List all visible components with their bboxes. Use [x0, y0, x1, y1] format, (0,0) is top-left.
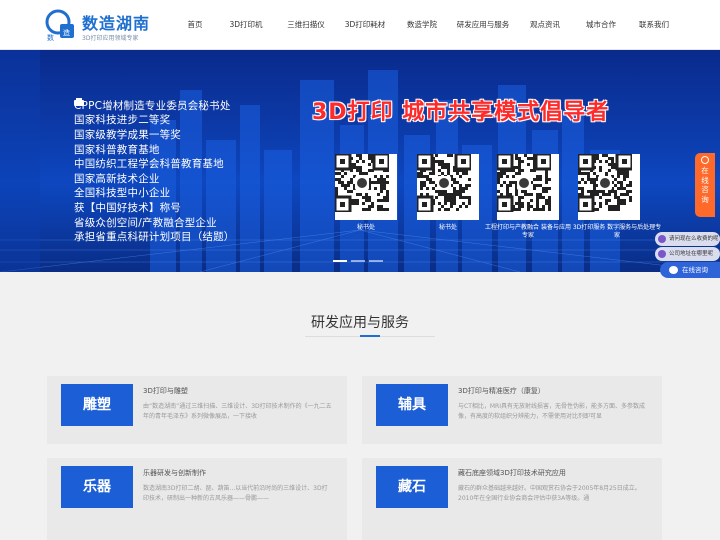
svg-text:数: 数 — [47, 33, 54, 42]
honor-item: 省级众创空间/产教融合型企业 — [74, 98, 304, 230]
service-desc: 由“数造湖南”通过三维扫描、三维设计、3D打印技术制作的《一九二五年的青年毛泽东… — [143, 403, 332, 420]
qr-code — [417, 154, 479, 220]
honor-item: 国家科普教育基地 — [74, 98, 304, 157]
carousel-dot[interactable] — [333, 260, 347, 262]
qr-code-icon — [335, 154, 389, 212]
honor-item: 承担省重点科研计划项目（结题） — [74, 98, 304, 244]
service-title: 3D打印与精准医疗（康复） — [458, 387, 545, 395]
honor-text: 承担省重点科研计划项目（结题） — [74, 231, 235, 244]
main-nav: 首页 3D打印机 三维扫描仪 3D打印耗材 数造学院 研发应用与服务 观点资讯 … — [175, 0, 679, 50]
nav-academy[interactable]: 数造学院 — [395, 0, 449, 50]
nav-city-partner[interactable]: 城市合作 — [573, 0, 629, 50]
consult-icon — [701, 156, 709, 164]
service-card-partial[interactable] — [362, 526, 662, 540]
qr-caption: 秘书处 — [438, 224, 457, 231]
service-desc: 与CT相比，MRI具有无放射线损害，无骨性伪影，能多方面、多参数成像，有高度的软… — [458, 403, 645, 420]
chat-bubble-text: 公司地址在哪里呢 — [669, 251, 714, 257]
qr-caption: 秘书处 — [356, 224, 375, 231]
chat-bubble-icon — [669, 266, 678, 274]
honor-text: 国家科技进步二等奖 — [74, 114, 171, 127]
logo-subtitle: 3D打印应用领域专家 — [82, 35, 139, 42]
service-desc: 数造湖南3D打印二胡、琵、葫笛...以当代前沿时尚的三维设计、3D打印技术，研制… — [143, 485, 328, 502]
nav-rd-services[interactable]: 研发应用与服务 — [449, 0, 517, 50]
nav-3d-printer[interactable]: 3D打印机 — [215, 0, 277, 50]
chat-icon — [658, 235, 666, 243]
honor-text: 获【中国好技术】称号 — [74, 201, 181, 214]
nav-materials[interactable]: 3D打印耗材 — [335, 0, 395, 50]
chat-bubble-text: 请问现在么收费的呢 — [669, 236, 719, 242]
site-logo[interactable]: 数 造 数造湖南 3D打印应用领域专家 — [44, 8, 174, 44]
chat-bubble-address[interactable]: 公司地址在哪里呢 — [655, 247, 720, 261]
heading-divider — [305, 335, 435, 337]
nav-home[interactable]: 首页 — [175, 0, 215, 50]
service-card[interactable]: 辅具 3D打印与精准医疗（康复） 与CT相比，MRI具有无放射线损害，无骨性伪影… — [362, 376, 662, 444]
carousel-dots — [333, 260, 383, 262]
svg-text:造: 造 — [63, 28, 70, 37]
service-desc: 藏石的群众基础越来越好。中国观赏石协会于2005年8月25日成立。2010年在全… — [458, 485, 641, 502]
honor-item: 中国纺织工程学会科普教育基地 — [74, 98, 304, 171]
service-tag: 辅具 — [376, 384, 448, 426]
service-title: 藏石底座领域3D打印技术研究应用 — [458, 469, 566, 477]
honor-item: 获【中国好技术】称号 — [74, 98, 304, 215]
services-heading: 研发应用与服务 — [311, 315, 409, 331]
service-card-partial[interactable] — [47, 526, 347, 540]
honor-item: 国家科技进步二等奖 — [74, 98, 304, 128]
qr-code — [335, 154, 397, 220]
qr-code-icon — [578, 154, 632, 212]
honor-item: 国家高新技术企业 — [74, 98, 304, 186]
qr-code — [578, 154, 640, 220]
honor-text: 省级众创空间/产教融合型企业 — [74, 216, 217, 229]
honor-item: 国家级教学成果一等奖 — [74, 98, 304, 142]
service-tag: 乐器 — [61, 466, 133, 508]
carousel-dot[interactable] — [369, 260, 383, 262]
consult-tab-label: 在线咨询 — [701, 166, 709, 204]
banner-slogan: 3D打印 城市共享模式倡导者 — [312, 100, 610, 125]
service-title: 3D打印与雕塑 — [143, 387, 188, 395]
online-consult-tab[interactable]: 在线咨询 — [695, 153, 715, 217]
service-tag: 雕塑 — [61, 384, 133, 426]
nav-news[interactable]: 观点资讯 — [517, 0, 573, 50]
honor-text: CPPC增材制造专业委员会秘书处 — [74, 99, 231, 112]
honor-item: CPPC增材制造专业委员会秘书处 — [74, 98, 304, 113]
chat-bubble-fee[interactable]: 请问现在么收费的呢 — [655, 232, 720, 246]
honor-text: 国家高新技术企业 — [74, 172, 160, 185]
chat-icon — [658, 250, 666, 258]
service-title: 乐器研发与创新制作 — [143, 469, 206, 477]
logo-icon: 数 造 — [45, 9, 74, 42]
qr-code-icon — [497, 154, 551, 212]
carousel-dot[interactable] — [351, 260, 365, 262]
page: 数 造 数造湖南 3D打印应用领域专家 首页 3D打印机 三维扫描仪 3D打印耗… — [0, 0, 720, 540]
site-header: 数 造 数造湖南 3D打印应用领域专家 首页 3D打印机 三维扫描仪 3D打印耗… — [0, 0, 720, 50]
qr-code — [497, 154, 559, 220]
qr-caption: 工程打印与产教融合 装备与应用专家 — [485, 224, 571, 239]
nav-contact[interactable]: 联系我们 — [629, 0, 679, 50]
logo-title: 数造湖南 — [82, 14, 151, 33]
phone-icon — [74, 98, 84, 106]
honor-text: 国家级教学成果一等奖 — [74, 128, 181, 141]
hero-banner[interactable]: CPPC增材制造专业委员会秘书处 国家科技进步二等奖 国家级教学成果一等奖 国家… — [0, 50, 720, 272]
honor-item: 全国科技型中小企业 — [74, 98, 304, 201]
honor-list: CPPC增材制造专业委员会秘书处 国家科技进步二等奖 国家级教学成果一等奖 国家… — [74, 98, 304, 244]
nav-3d-scanner[interactable]: 三维扫描仪 — [277, 0, 335, 50]
service-tag: 藏石 — [376, 466, 448, 508]
honor-text: 中国纺织工程学会科普教育基地 — [74, 158, 224, 171]
qr-code-icon — [417, 154, 471, 212]
qr-caption: 3D打印服务 数字服务与后处理专家 — [572, 224, 662, 239]
service-card[interactable]: 乐器 乐器研发与创新制作 数造湖南3D打印二胡、琵、葫笛...以当代前沿时尚的三… — [47, 458, 347, 526]
honor-text: 全国科技型中小企业 — [74, 187, 171, 200]
service-card[interactable]: 雕塑 3D打印与雕塑 由“数造湖南”通过三维扫描、三维设计、3D打印技术制作的《… — [47, 376, 347, 444]
online-chat-button[interactable]: 在线咨询 — [660, 262, 720, 278]
honor-text: 国家科普教育基地 — [74, 143, 160, 156]
chat-button-label: 在线咨询 — [682, 266, 708, 274]
service-card[interactable]: 藏石 藏石底座领域3D打印技术研究应用 藏石的群众基础越来越好。中国观赏石协会于… — [362, 458, 662, 526]
